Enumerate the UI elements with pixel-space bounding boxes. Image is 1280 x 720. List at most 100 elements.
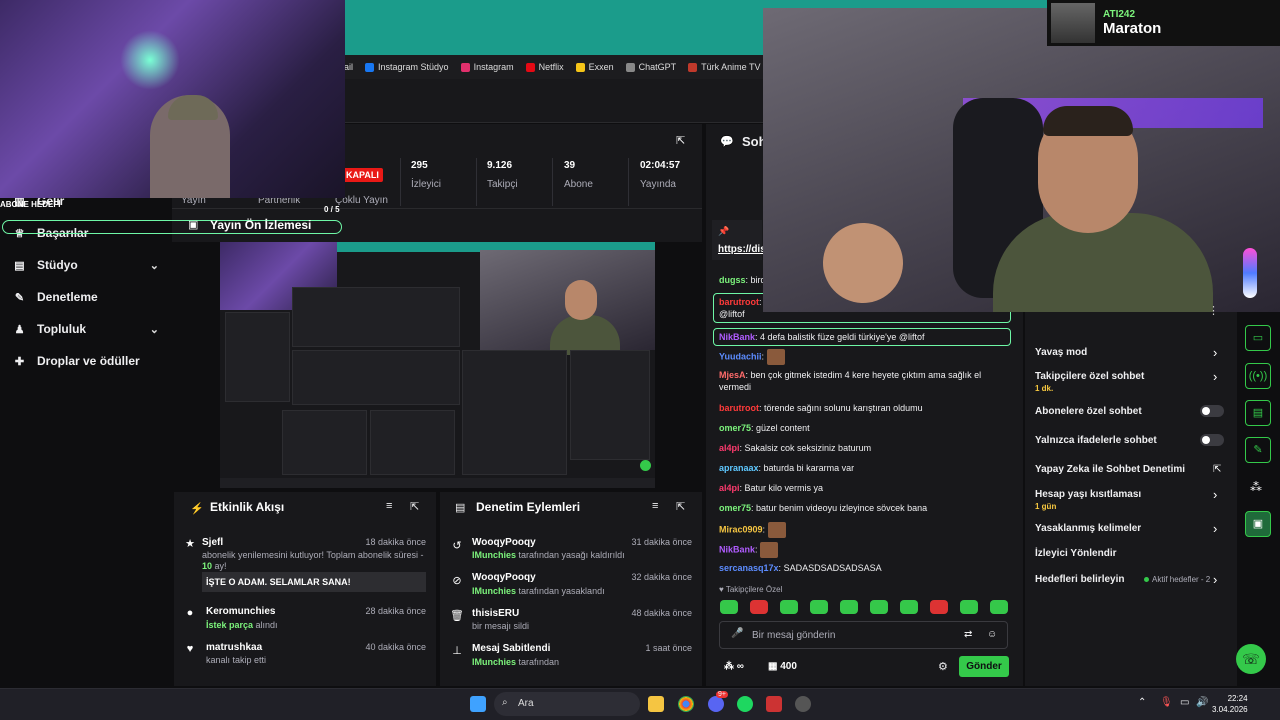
taskbar-clock[interactable]: 22:24 3.04.2026	[1212, 693, 1248, 715]
bookmark-instagram-studio[interactable]: Instagram Stüdyo	[365, 62, 449, 72]
mic-icon[interactable]: 🎤	[731, 628, 743, 639]
event-user[interactable]: Mesaj Sabitlendi	[472, 643, 550, 654]
bookmark-instagram[interactable]: Instagram	[460, 62, 514, 72]
gear-icon[interactable]: ⚙	[938, 660, 948, 673]
extension-icon[interactable]: ▣	[1245, 511, 1271, 537]
chat-message[interactable]: Yuudachii:	[719, 349, 1009, 365]
folder-icon[interactable]	[648, 696, 664, 712]
setting-item[interactable]: Takipçilere özel sohbet 1 dk.	[1035, 371, 1144, 393]
setting-item[interactable]: Hedefleri belirleyin	[1035, 574, 1124, 585]
chat-message[interactable]: MjesA: ben çok gitmek istedim 4 kere hey…	[719, 369, 1009, 393]
chevron-right-icon: ›	[1213, 572, 1218, 587]
network-icon[interactable]: ▭	[1180, 697, 1189, 708]
setting-item[interactable]: Yalnızca ifadelerle sohbet	[1035, 435, 1157, 446]
webcam-overlay-left	[0, 0, 345, 198]
emote[interactable]	[810, 600, 828, 614]
netflix-icon	[525, 62, 535, 72]
chat-message[interactable]: Mirac0909:	[719, 522, 1009, 538]
bookmark-mail[interactable]: ail	[344, 62, 353, 72]
translate-icon[interactable]: ⇄	[964, 629, 972, 640]
taskbar-search[interactable]: ⌕ Ara	[494, 692, 640, 716]
emote[interactable]	[900, 600, 918, 614]
event-user[interactable]: WooqyPooqy	[472, 572, 536, 583]
emote[interactable]	[990, 600, 1008, 614]
setting-item[interactable]: Hesap yaşı kısıtlaması 1 gün	[1035, 489, 1141, 511]
windows-start-icon[interactable]	[470, 696, 486, 712]
layout-icon[interactable]: ▤	[1245, 400, 1271, 426]
chat-message[interactable]: apranaax: baturda bi kararma var	[719, 462, 1009, 474]
sidebar-item-drops[interactable]: ✚ Droplar ve ödüller	[14, 354, 159, 368]
tray-chevron-icon[interactable]: ⌃	[1138, 697, 1146, 708]
exxen-icon	[575, 62, 585, 72]
event-user[interactable]: matrushkaa	[206, 642, 262, 653]
chat-message[interactable]: al4pi: Batur kilo vermis ya	[719, 482, 1009, 494]
sub-goal-count: 0 / 5	[324, 205, 340, 214]
bits-balance[interactable]: ▦ 400	[768, 661, 797, 672]
volume-icon[interactable]: 🔊	[1196, 697, 1208, 708]
help-button[interactable]: ☏	[1236, 644, 1266, 674]
chat-username: apranaax	[719, 463, 759, 473]
chat-username: dugss	[719, 275, 746, 285]
chat-icon[interactable]: ▭	[1245, 325, 1271, 351]
setting-item[interactable]: Yasaklanmış kelimeler	[1035, 523, 1141, 534]
bookmark-turk-anime[interactable]: Türk Anime TV	[688, 62, 761, 72]
sidebar-item-community[interactable]: ♟ Topluluk ⌄	[14, 322, 159, 336]
send-button[interactable]: Gönder	[959, 656, 1009, 677]
discord-icon[interactable]	[708, 696, 724, 712]
chat-username: Mirac0909	[719, 524, 763, 535]
setting-item[interactable]: Yapay Zeka ile Sohbet Denetimi	[1035, 464, 1185, 475]
windows-taskbar	[0, 688, 1280, 720]
emote[interactable]	[750, 600, 768, 614]
chat-message[interactable]: NikBank: 4 defa balistik füze geldi türk…	[713, 328, 1011, 346]
users-icon[interactable]: ⁂	[1250, 480, 1262, 494]
bookmark-exxen[interactable]: Exxen	[575, 62, 614, 72]
pinned-link[interactable]: https://dis	[718, 244, 766, 255]
chat-message[interactable]: omer75: batur benim videoyu izleyince sö…	[719, 502, 1009, 514]
obs-icon[interactable]	[795, 696, 811, 712]
emoji-icon[interactable]: ☺	[987, 629, 997, 640]
toggle-switch[interactable]	[1200, 434, 1224, 446]
emote[interactable]	[780, 600, 798, 614]
event-user[interactable]: Sjefl	[202, 537, 223, 548]
filter-icon[interactable]: ≡	[386, 500, 392, 512]
emote[interactable]	[720, 600, 738, 614]
broadcast-icon[interactable]: ((•))	[1245, 363, 1271, 389]
bookmark-chatgpt[interactable]: ChatGPT	[625, 62, 676, 72]
popout-icon[interactable]: ⇱	[410, 500, 419, 513]
chat-message[interactable]: omer75: güzel content	[719, 422, 1009, 434]
event-user[interactable]: thisisERU	[472, 608, 519, 619]
setting-item[interactable]: İzleyici Yönlendir	[1035, 548, 1117, 559]
chat-message[interactable]: al4pi: Sakalsiz cok seksiziniz baturum	[719, 442, 1009, 454]
emote[interactable]	[930, 600, 948, 614]
sidebar-item-moderation[interactable]: ✎ Denetleme	[14, 290, 159, 304]
chat-username: NikBank	[719, 544, 756, 555]
sidebar-item-studio[interactable]: ▤ Stüdyo ⌄	[14, 258, 159, 272]
setting-item[interactable]: Abonelere özel sohbet	[1035, 406, 1142, 417]
event-user[interactable]: Keromunchies	[206, 606, 275, 617]
emote[interactable]	[840, 600, 858, 614]
active-goals-label: Aktif hedefler - 2	[1144, 575, 1210, 584]
bookmark-netflix[interactable]: Netflix	[525, 62, 564, 72]
event-user[interactable]: WooqyPooqy	[472, 537, 536, 548]
mic-icon[interactable]: 🎙	[1160, 697, 1173, 708]
chat-message[interactable]: NikBank:	[719, 542, 1009, 558]
chat-username: omer75	[719, 503, 752, 513]
more-options-icon[interactable]: ⋮	[1208, 304, 1219, 317]
chat-text: törende sağını solunu karıştıran oldumu	[764, 403, 923, 413]
emote[interactable]	[960, 600, 978, 614]
wrench-icon[interactable]: ✎	[1245, 437, 1271, 463]
setting-item[interactable]: Yavaş mod	[1035, 347, 1087, 358]
popout-icon[interactable]: ⇱	[676, 500, 685, 513]
emote[interactable]	[870, 600, 888, 614]
toggle-switch[interactable]	[1200, 405, 1224, 417]
chat-message[interactable]: sercanasq17x: SADASDSADSADSASA	[719, 562, 1009, 574]
chrome-icon[interactable]	[678, 696, 694, 712]
app-icon[interactable]	[766, 696, 782, 712]
chevron-right-icon: ›	[1213, 345, 1218, 360]
chevron-right-icon: ›	[1213, 487, 1218, 502]
channel-points[interactable]: ⁂ ∞	[724, 661, 744, 672]
popout-icon[interactable]: ⇱	[676, 134, 685, 147]
filter-icon[interactable]: ≡	[652, 500, 658, 512]
spotify-icon[interactable]	[737, 696, 753, 712]
chat-message[interactable]: barutroot: törende sağını solunu karıştı…	[719, 402, 1009, 414]
